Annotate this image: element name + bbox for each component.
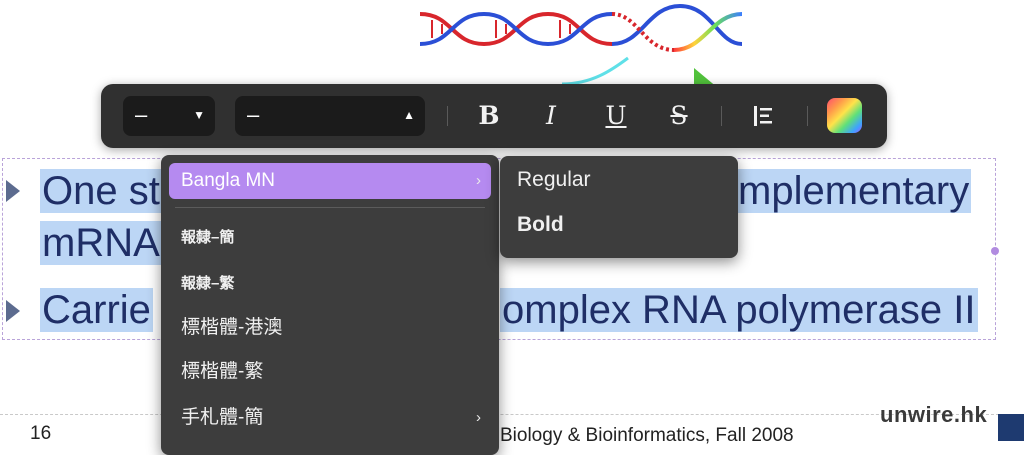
italic-button[interactable]: I <box>533 98 569 134</box>
menu-item-biaukai-tc[interactable]: 標楷體-繁 <box>169 354 491 390</box>
underline-button[interactable]: U <box>598 98 634 134</box>
menu-item-label: 手札體-簡 <box>181 407 264 428</box>
chevron-down-icon: ▼ <box>193 108 205 122</box>
font-style-submenu: Regular Bold <box>500 156 738 258</box>
toolbar-divider <box>721 106 722 126</box>
slide-text-fragment: omplex RNA polymerase II <box>500 288 978 332</box>
page-number: 16 <box>30 423 52 444</box>
bullet-text-1-wrap[interactable]: mRNA <box>40 220 162 266</box>
bullet-text-1[interactable]: One st <box>40 168 162 214</box>
font-size-value: – <box>135 102 148 127</box>
menu-item-label: 報隸–簡 <box>181 229 235 246</box>
menu-item-biaukai-hk[interactable]: 標楷體-港澳 <box>169 310 491 346</box>
menu-item-baoli-sc[interactable]: 報隸–簡 <box>169 219 491 255</box>
watermark: unwire.hk <box>880 402 988 427</box>
format-toolbar: – ▼ – ▲ B I U S <box>101 84 887 148</box>
bullet-text-1-end[interactable]: mplementary <box>736 168 972 214</box>
submenu-item-regular[interactable]: Regular <box>517 168 591 192</box>
strikethrough-button[interactable]: S <box>661 98 697 134</box>
menu-item-bangla-mn[interactable]: Bangla MN › <box>169 163 491 199</box>
menu-item-label: 報隸–繁 <box>181 275 235 292</box>
slide-text-fragment: Carrie <box>40 288 153 332</box>
bullet-text-2-end[interactable]: omplex RNA polymerase II <box>500 287 978 333</box>
toolbar-divider <box>447 106 448 126</box>
chevron-right-icon: › <box>476 172 481 189</box>
menu-item-baoli-tc[interactable]: 報隸–繁 <box>169 265 491 301</box>
bullet-icon <box>6 300 20 322</box>
slide-text-fragment: mplementary <box>736 169 972 213</box>
bold-button[interactable]: B <box>471 98 507 134</box>
menu-divider <box>175 207 485 208</box>
slide-text-fragment: mRNA <box>40 221 162 265</box>
menu-item-label: Bangla MN <box>181 170 275 191</box>
chevron-right-icon: › <box>476 409 481 426</box>
slide-text-fragment: One st <box>40 169 162 213</box>
text-color-button[interactable] <box>827 98 862 133</box>
font-size-select[interactable]: – ▼ <box>123 96 215 136</box>
menu-item-label: 標楷體-港澳 <box>181 317 283 338</box>
align-left-button[interactable] <box>745 98 781 134</box>
footer-text: Biology & Bioinformatics, Fall 2008 <box>500 425 794 446</box>
menu-item-label: 標楷體-繁 <box>181 361 264 382</box>
menu-item-hannotate-sc[interactable]: 手札體-簡 › <box>169 400 491 436</box>
bullet-icon <box>6 180 20 202</box>
resize-handle[interactable] <box>991 247 999 255</box>
font-family-value: – <box>247 102 260 127</box>
submenu-item-bold[interactable]: Bold <box>517 213 564 237</box>
align-left-icon <box>754 106 772 126</box>
corner-app-icon[interactable] <box>998 414 1024 441</box>
footer-divider <box>0 414 1024 415</box>
font-family-select[interactable]: – ▲ <box>235 96 425 136</box>
font-family-menu: Bangla MN › 報隸–簡 報隸–繁 標楷體-港澳 標楷體-繁 手札體-簡… <box>161 155 499 455</box>
dna-illustration <box>419 3 743 90</box>
bullet-text-2[interactable]: Carrie <box>40 287 153 333</box>
toolbar-divider <box>807 106 808 126</box>
chevron-up-icon: ▲ <box>403 108 415 122</box>
